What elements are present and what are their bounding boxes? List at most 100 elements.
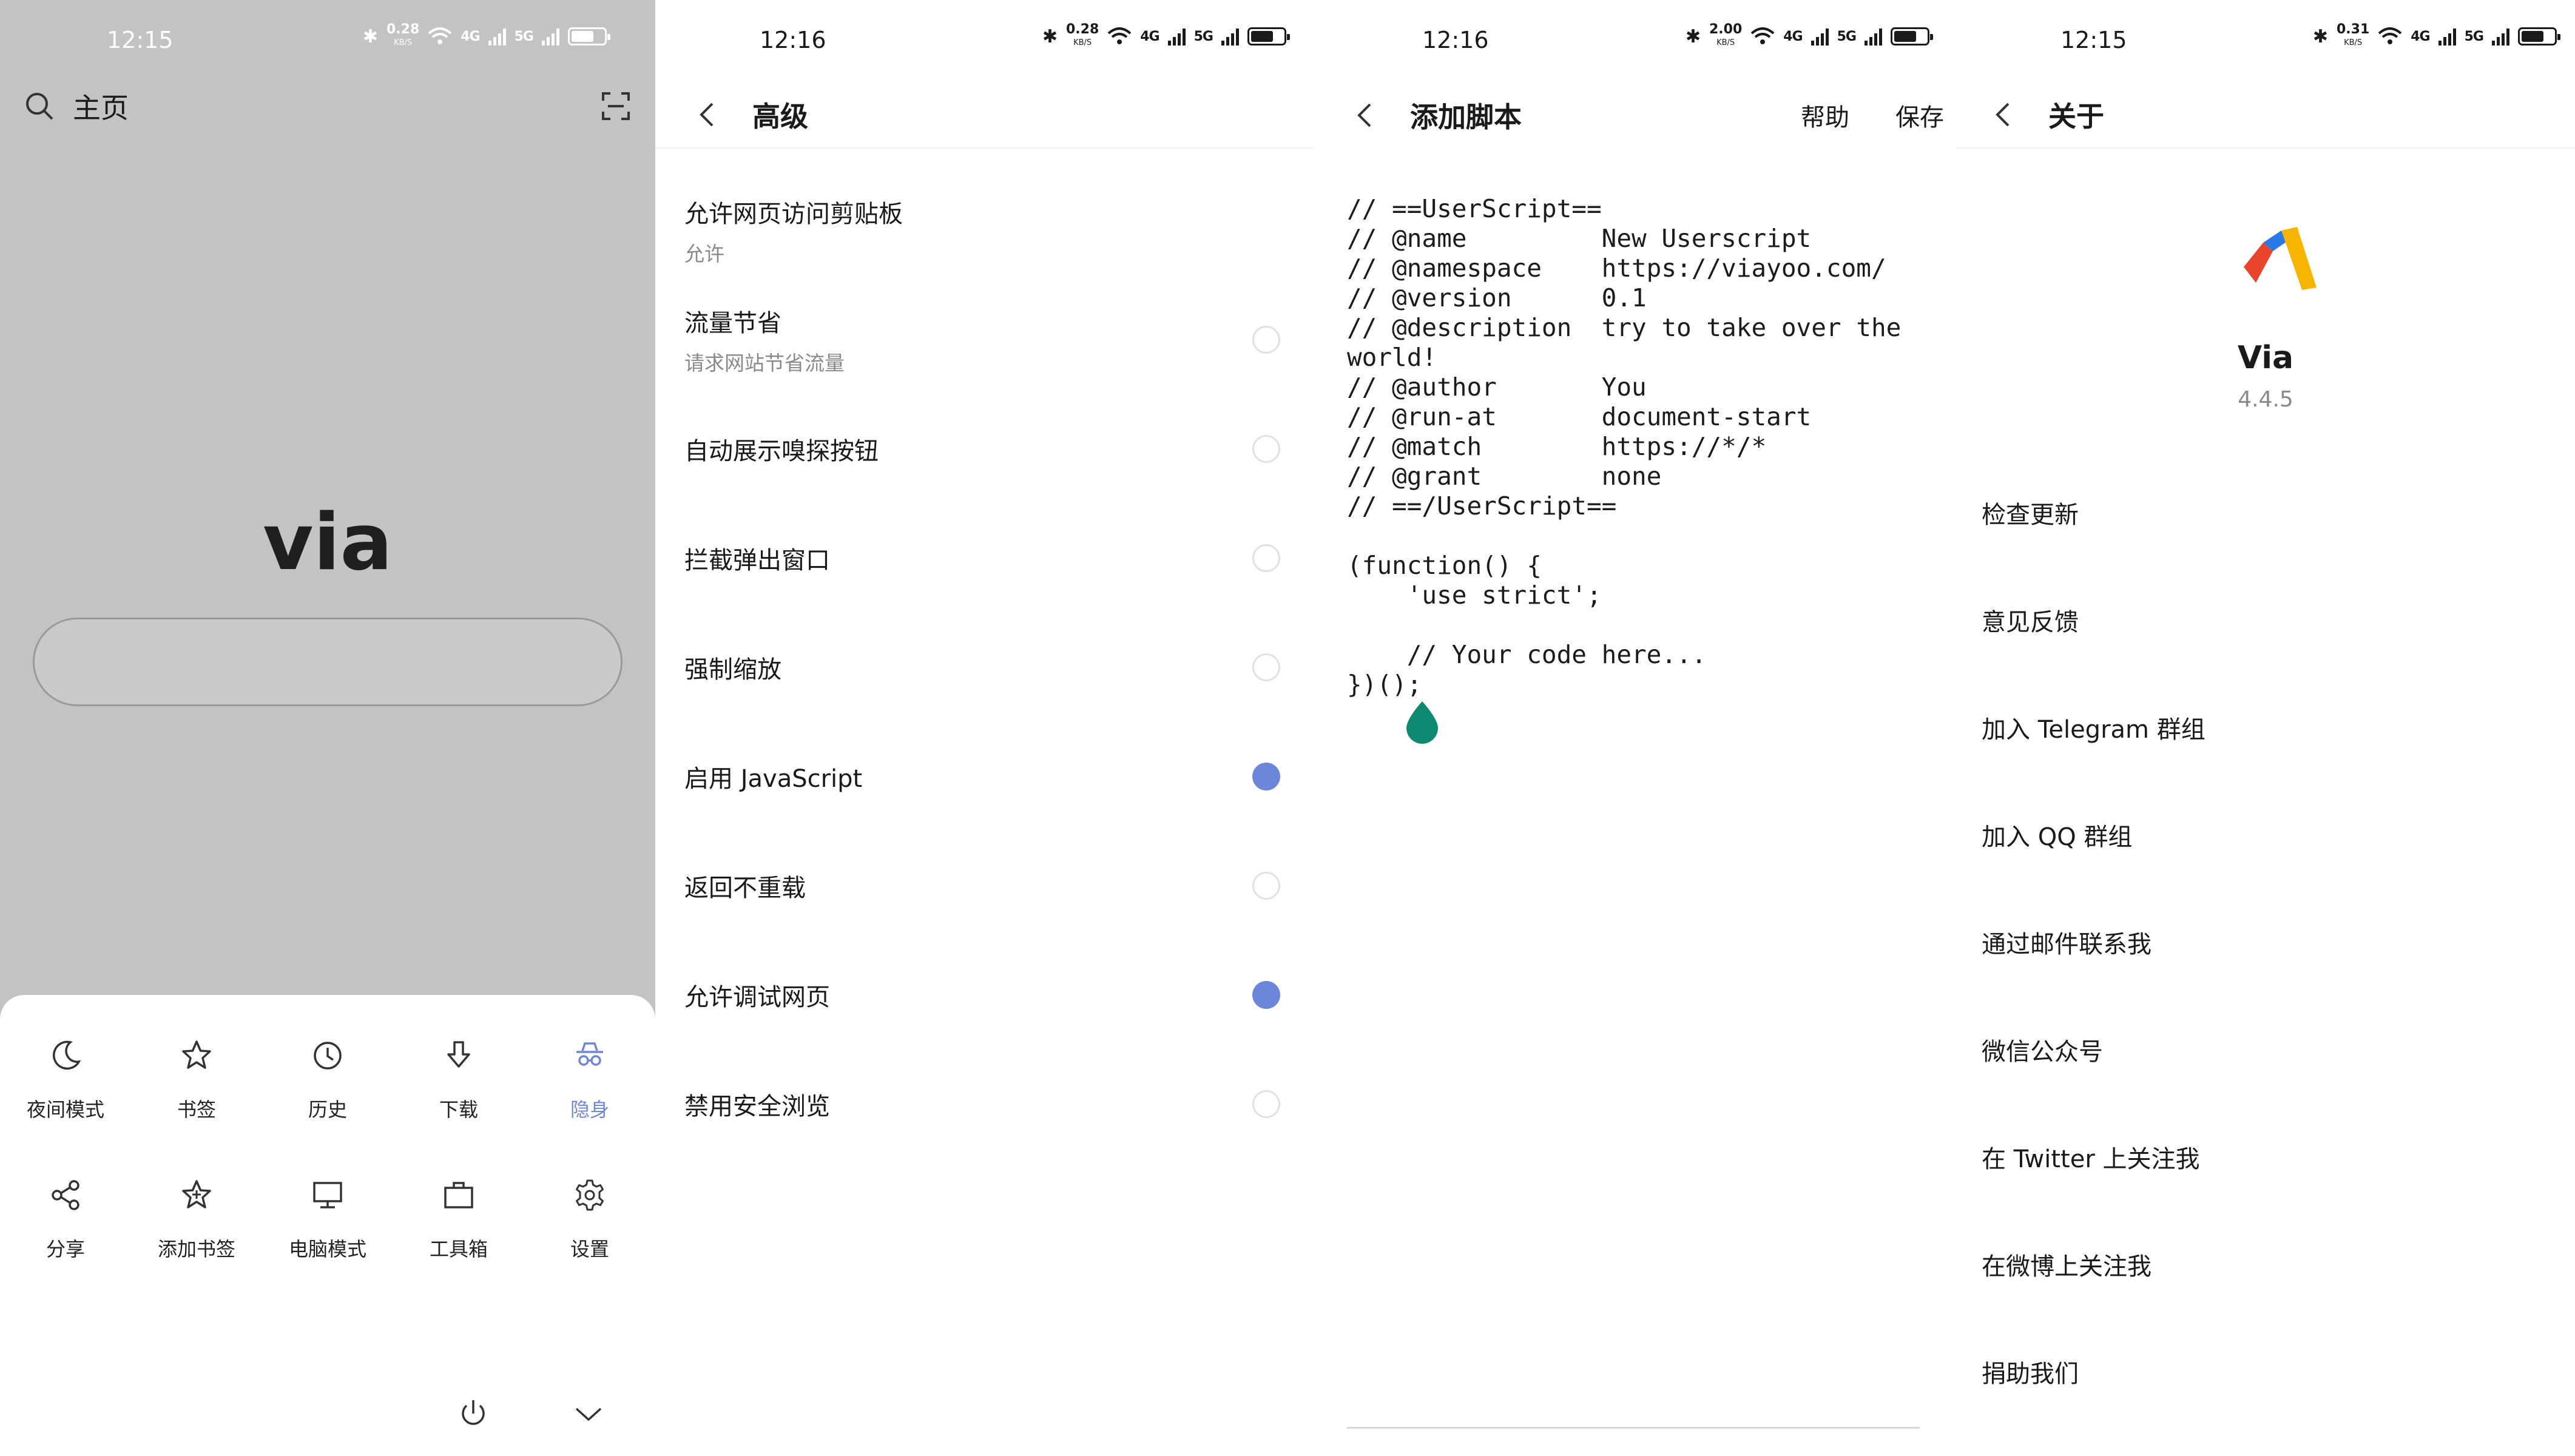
setting-row[interactable]: 允许调试网页 xyxy=(684,940,1284,1050)
about-screen: 12:15 ✱ 0.31 KB/S 4G 5G 关于 Via 4.4.5 检查更新… xyxy=(1956,0,2575,1456)
bottom-menu-sheet: 夜间模式 书签 历史 下载 隐身 分享 添加书签 电脑模式 工具箱 设置 xyxy=(0,995,655,1456)
status-icons: ✱ 0.28 KB/S 4G 5G xyxy=(363,22,610,50)
help-button[interactable]: 帮助 xyxy=(1801,98,1849,133)
signal-icon xyxy=(2492,27,2509,46)
battery-icon xyxy=(1891,27,1933,46)
setting-text: 禁用安全浏览 xyxy=(684,1087,830,1122)
save-button[interactable]: 保存 xyxy=(1895,98,1944,133)
clock-icon xyxy=(314,1042,342,1070)
battery-icon xyxy=(1247,27,1290,46)
menu-item-label: 电脑模式 xyxy=(288,1238,366,1261)
setting-row[interactable]: 流量节省 请求网站节省流量 xyxy=(684,285,1284,394)
setting-toggle[interactable] xyxy=(1252,981,1280,1009)
setting-row[interactable]: 自动展示嗅探按钮 xyxy=(684,394,1284,504)
script-editor[interactable]: // ==UserScript== // @name New Userscrip… xyxy=(1347,194,1932,699)
menu-item-label: 添加书签 xyxy=(157,1238,235,1261)
setting-row[interactable]: 启用 JavaScript xyxy=(684,722,1284,831)
bluetooth-icon: ✱ xyxy=(2312,25,2328,47)
about-item[interactable]: 意见反馈 xyxy=(1982,566,2550,673)
page-title: 关于 xyxy=(2048,100,2104,133)
about-item[interactable]: 检查更新 xyxy=(1982,459,2550,566)
setting-label: 强制缩放 xyxy=(684,656,781,684)
monitor-icon xyxy=(313,1182,342,1208)
text-cursor-handle-icon[interactable] xyxy=(1404,700,1440,746)
status-time: 12:15 xyxy=(107,27,174,53)
about-list: 检查更新 意见反馈 加入 Telegram 群组 加入 QQ 群组 通过邮件联系我 微信公… xyxy=(1982,459,2550,1425)
net-speed: 0.28 KB/S xyxy=(386,22,420,48)
setting-text: 启用 JavaScript xyxy=(684,759,862,794)
back-arrow-icon[interactable] xyxy=(1352,101,1381,130)
advanced-settings-screen: 12:16 ✱ 0.28 KB/S 4G 5G 高级 允许网页访问剪贴板 允许流量节… xyxy=(655,0,1313,1456)
page-title: 高级 xyxy=(752,100,808,133)
menu-item-label: 设置 xyxy=(570,1238,609,1261)
setting-toggle[interactable] xyxy=(1252,872,1280,900)
menu-item-toolbox[interactable]: 工具箱 xyxy=(393,1177,524,1262)
menu-item-label: 分享 xyxy=(46,1238,85,1261)
about-item[interactable]: 通过邮件联系我 xyxy=(1982,888,2550,996)
incognito-icon xyxy=(576,1042,603,1066)
power-icon[interactable] xyxy=(455,1395,491,1432)
setting-label: 拦截弹出窗口 xyxy=(684,547,830,575)
setting-row[interactable]: 禁用安全浏览 xyxy=(684,1050,1284,1159)
menu-item-share[interactable]: 分享 xyxy=(0,1177,131,1262)
gear-icon xyxy=(576,1179,604,1211)
status-bar: 12:16 ✱ 0.28 KB/S 4G 5G xyxy=(655,0,1313,73)
signal-icon xyxy=(2438,27,2456,46)
setting-label: 返回不重载 xyxy=(684,874,806,902)
setting-row[interactable]: 返回不重载 xyxy=(684,831,1284,940)
setting-toggle[interactable] xyxy=(1252,763,1280,790)
status-bar: 12:15 ✱ 0.31 KB/S 4G 5G xyxy=(1956,0,2575,73)
menu-item-label: 历史 xyxy=(308,1098,347,1121)
setting-text: 拦截弹出窗口 xyxy=(684,541,830,576)
search-input[interactable] xyxy=(33,618,623,706)
status-icons: ✱ 0.28 KB/S 4G 5G xyxy=(1042,22,1290,50)
star-icon xyxy=(182,1040,211,1069)
network-5g: 5G xyxy=(2464,29,2484,44)
about-item[interactable]: 加入 Telegram 群组 xyxy=(1982,673,2550,781)
about-item[interactable]: 捐助我们 xyxy=(1982,1318,2550,1425)
menu-item-settings[interactable]: 设置 xyxy=(524,1177,655,1262)
setting-toggle[interactable] xyxy=(1252,653,1280,681)
menu-item-downloads[interactable]: 下载 xyxy=(393,1037,524,1122)
network-5g: 5G xyxy=(514,29,534,44)
about-item[interactable]: 加入 QQ 群组 xyxy=(1982,781,2550,888)
bluetooth-icon: ✱ xyxy=(1685,25,1701,47)
home-header: 主页 xyxy=(24,85,631,127)
chevron-down-icon[interactable] xyxy=(570,1395,607,1432)
setting-toggle[interactable] xyxy=(1252,435,1280,463)
scan-icon[interactable] xyxy=(601,91,631,121)
menu-item-night-mode[interactable]: 夜间模式 xyxy=(0,1037,131,1122)
menu-item-incognito[interactable]: 隐身 xyxy=(524,1037,655,1122)
menu-item-bookmarks[interactable]: 书签 xyxy=(131,1037,262,1122)
network-4g: 4G xyxy=(461,29,480,44)
sheet-actions xyxy=(455,1395,655,1432)
share-icon xyxy=(52,1180,79,1210)
setting-row[interactable]: 强制缩放 xyxy=(684,613,1284,722)
menu-item-desktop-mode[interactable]: 电脑模式 xyxy=(262,1177,393,1262)
about-item[interactable]: 在微博上关注我 xyxy=(1982,1210,2550,1318)
about-item[interactable]: 在 Twitter 上关注我 xyxy=(1982,1103,2550,1210)
setting-row[interactable]: 拦截弹出窗口 xyxy=(684,504,1284,613)
menu-grid: 夜间模式 书签 历史 下载 隐身 分享 添加书签 电脑模式 工具箱 设置 xyxy=(0,1037,655,1262)
menu-item-label: 夜间模式 xyxy=(26,1098,104,1121)
setting-label: 启用 JavaScript xyxy=(684,765,863,793)
setting-toggle[interactable] xyxy=(1252,1090,1280,1118)
setting-label: 禁用安全浏览 xyxy=(684,1093,830,1121)
search-icon[interactable] xyxy=(24,91,55,121)
setting-text: 返回不重载 xyxy=(684,868,806,903)
setting-row[interactable]: 允许网页访问剪贴板 允许 xyxy=(684,176,1284,285)
wifi-icon xyxy=(428,27,452,44)
menu-item-history[interactable]: 历史 xyxy=(262,1037,393,1122)
setting-text: 流量节省 请求网站节省流量 xyxy=(684,303,845,376)
signal-icon xyxy=(1167,27,1186,46)
net-speed: 2.00 KB/S xyxy=(1709,22,1743,48)
back-arrow-icon[interactable] xyxy=(694,100,723,129)
network-4g: 4G xyxy=(2411,29,2430,44)
setting-toggle[interactable] xyxy=(1252,544,1280,572)
network-5g: 5G xyxy=(1193,29,1213,44)
about-item[interactable]: 微信公众号 xyxy=(1982,996,2550,1103)
setting-toggle[interactable] xyxy=(1252,326,1280,354)
net-speed: 0.28 KB/S xyxy=(1065,22,1099,48)
back-arrow-icon[interactable] xyxy=(1990,100,2019,129)
menu-item-add-bookmark[interactable]: 添加书签 xyxy=(131,1177,262,1262)
